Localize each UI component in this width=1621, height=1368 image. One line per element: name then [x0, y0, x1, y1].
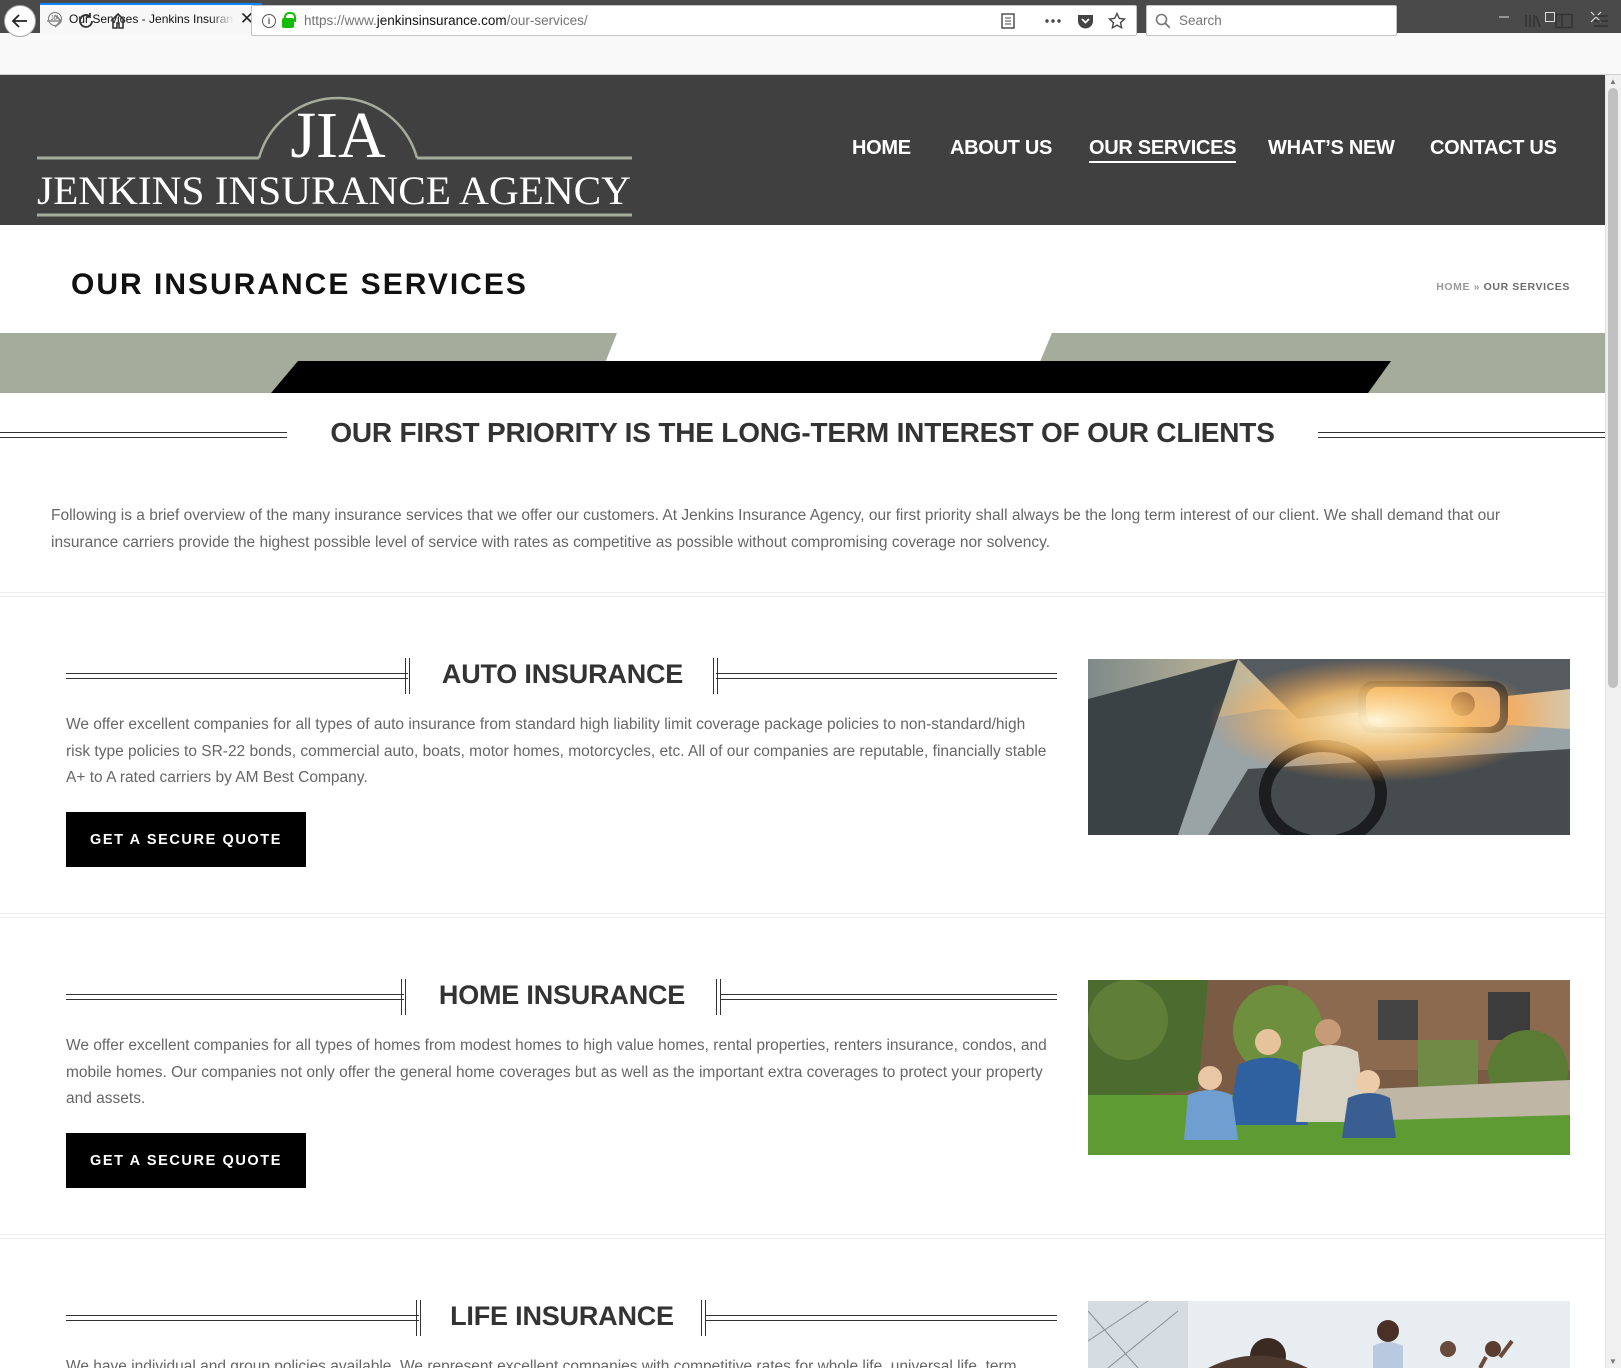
library-icon	[1525, 15, 1541, 28]
breadcrumb-separator: »	[1473, 281, 1481, 293]
lock-icon[interactable]	[282, 11, 296, 28]
home-insurance-photo	[1088, 980, 1570, 1155]
auto-insurance-photo	[1088, 659, 1570, 835]
back-arrow-icon	[11, 14, 27, 28]
auto-title-bar-left	[405, 658, 410, 694]
home-icon	[110, 12, 126, 29]
forward-button[interactable]	[38, 5, 70, 37]
life-title-rule-right	[705, 1315, 1057, 1321]
section-divider	[0, 913, 1605, 918]
section-divider	[0, 1234, 1605, 1239]
page-actions-icon[interactable]	[1043, 13, 1063, 29]
home-title-rule-left	[66, 994, 404, 1000]
scroll-down-arrow-icon[interactable]: ▼	[1605, 1355, 1621, 1368]
life-insurance-title: LIFE INSURANCE	[450, 1301, 674, 1331]
scroll-up-arrow-icon[interactable]: ▲	[1605, 75, 1621, 88]
url-text[interactable]: https://www.jenkinsinsurance.com/our-ser…	[304, 13, 588, 28]
reader-view-icon[interactable]	[1001, 12, 1015, 29]
back-button[interactable]	[4, 5, 36, 37]
forward-arrow-icon	[47, 14, 63, 28]
pocket-icon[interactable]	[1077, 13, 1094, 29]
nav-our-services[interactable]: OUR SERVICES	[1089, 136, 1236, 163]
logo-initials: JIA	[290, 99, 386, 172]
nav-whats-new[interactable]: WHAT’S NEW	[1268, 136, 1395, 160]
url-bar[interactable]: i https://www.jenkinsinsurance.com/our-s…	[251, 5, 1137, 36]
nav-home[interactable]: HOME	[852, 136, 911, 160]
home-insurance-title: HOME INSURANCE	[438, 980, 686, 1010]
home-quote-button[interactable]: GET A SECURE QUOTE	[66, 1133, 306, 1188]
url-domain: jenkinsinsurance.com	[376, 13, 507, 28]
priority-title: OUR FIRST PRIORITY IS THE LONG-TERM INTE…	[330, 417, 1275, 448]
section-divider	[0, 592, 1605, 597]
nav-about-us[interactable]: ABOUT US	[950, 136, 1052, 160]
scrollbar-thumb[interactable]	[1608, 88, 1618, 688]
breadcrumb-home-link[interactable]: HOME	[1436, 281, 1470, 293]
breadcrumb: HOME » OUR SERVICES	[1370, 281, 1570, 293]
auto-insurance-title: AUTO INSURANCE	[441, 659, 684, 689]
search-icon	[1155, 13, 1171, 28]
auto-insurance-text: We offer excellent companies for all typ…	[66, 716, 1047, 787]
library-button[interactable]	[1517, 5, 1549, 37]
life-insurance-text: We have individual and group policies av…	[66, 1358, 1017, 1368]
home-title-rule-right	[720, 994, 1057, 1000]
sidebar-button[interactable]	[1548, 5, 1580, 37]
search-bar[interactable]	[1146, 5, 1397, 36]
info-icon[interactable]: i	[262, 13, 276, 28]
reload-icon	[79, 13, 93, 28]
auto-title-rule-right	[716, 673, 1057, 679]
life-title-rule-left	[66, 1315, 419, 1321]
page-title: OUR INSURANCE SERVICES	[71, 268, 528, 301]
home-insurance-text: We offer excellent companies for all typ…	[66, 1037, 1047, 1108]
bookmark-star-icon[interactable]	[1108, 11, 1126, 30]
sidebar-icon	[1555, 13, 1573, 29]
menu-button[interactable]	[1585, 5, 1617, 37]
decorative-band	[0, 333, 1605, 393]
url-path: /our-services/	[506, 13, 588, 28]
reload-button[interactable]	[70, 5, 102, 37]
life-title-bar-left	[416, 1300, 421, 1336]
minimize-icon	[1499, 16, 1509, 17]
menu-icon	[1594, 15, 1608, 27]
search-input[interactable]	[1179, 13, 1379, 28]
logo-name: JENKINS INSURANCE AGENCY	[37, 168, 631, 213]
home-button[interactable]	[102, 5, 134, 37]
auto-title-rule-left	[66, 673, 408, 679]
browser-toolbar	[0, 33, 1621, 75]
intro-text: Following is a brief overview of the man…	[51, 507, 1501, 551]
nav-contact-us[interactable]: CONTACT US	[1430, 136, 1557, 160]
auto-quote-button[interactable]: GET A SECURE QUOTE	[66, 812, 306, 867]
url-prefix: https://www.	[304, 13, 377, 28]
life-insurance-photo	[1088, 1301, 1570, 1368]
site-logo[interactable]: JIA JENKINS INSURANCE AGENCY	[35, 87, 635, 217]
logo-graphic: JIA JENKINS INSURANCE AGENCY	[37, 96, 632, 217]
breadcrumb-current: OUR SERVICES	[1483, 281, 1570, 293]
home-title-bar-left	[401, 979, 406, 1015]
